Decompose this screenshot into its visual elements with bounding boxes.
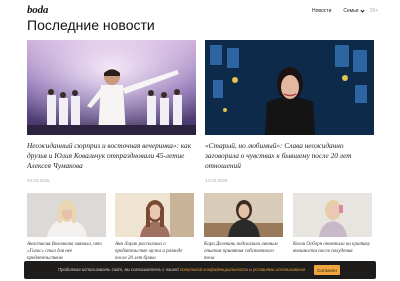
cookie-text-mid: и [249, 267, 252, 272]
accept-cookies-button[interactable]: Согласен [314, 265, 340, 275]
nav-family[interactable]: Семья [343, 8, 358, 14]
main-nav: Новости Семья 18+ [312, 7, 378, 14]
article-image[interactable] [27, 40, 196, 135]
cookie-text: Продолжая использовать сайт, вы соглашае… [58, 267, 305, 272]
featured-article-1[interactable]: Неожиданный сюрприз и восточная вечеринк… [27, 40, 196, 183]
news-card-2[interactable]: Аня Лорак рассказала о предательстве муж… [115, 193, 194, 262]
news-card-1[interactable]: Анастасия Волочкова заявила, что «Голос»… [27, 193, 106, 262]
chevron-down-icon[interactable] [359, 7, 365, 13]
article-title[interactable]: Келли Осборн ответила на критику внешнос… [293, 241, 372, 262]
article-title[interactable]: Неожиданный сюрприз и восточная вечеринк… [27, 141, 196, 171]
cookie-text-before: Продолжая использовать сайт, вы соглашае… [58, 267, 179, 272]
cookie-banner: Продолжая использовать сайт, вы соглашае… [24, 261, 376, 279]
news-card-4[interactable]: Келли Осборн ответила на критику внешнос… [293, 193, 372, 262]
featured-article-2[interactable]: «Старый, но любимый»: Слава неожиданно з… [205, 40, 374, 183]
article-date: 04.03.2026 [27, 178, 50, 183]
article-image[interactable] [293, 193, 372, 237]
article-date: 14.03.2026 [205, 178, 228, 183]
news-card-3[interactable]: Кара Делевинь подсказала личным опытом п… [204, 193, 283, 262]
age-rating: 18+ [369, 8, 378, 14]
article-title[interactable]: Кара Делевинь подсказала личным опытом п… [204, 241, 283, 262]
article-image[interactable] [27, 193, 106, 237]
article-image[interactable] [205, 40, 374, 135]
article-title[interactable]: Аня Лорак рассказала о предательстве муж… [115, 241, 194, 262]
nav-news[interactable]: Новости [312, 8, 331, 14]
site-logo[interactable]: boda [27, 4, 48, 16]
article-title[interactable]: «Старый, но любимый»: Слава неожиданно з… [205, 141, 374, 171]
terms-of-use-link[interactable]: условиями использования [253, 267, 305, 272]
privacy-policy-link[interactable]: политикой конфиденциальности [180, 267, 248, 272]
page-title: Последние новости [27, 17, 155, 33]
article-image[interactable] [115, 193, 194, 237]
article-title[interactable]: Анастасия Волочкова заявила, что «Голос»… [27, 241, 106, 262]
article-image[interactable] [204, 193, 283, 237]
